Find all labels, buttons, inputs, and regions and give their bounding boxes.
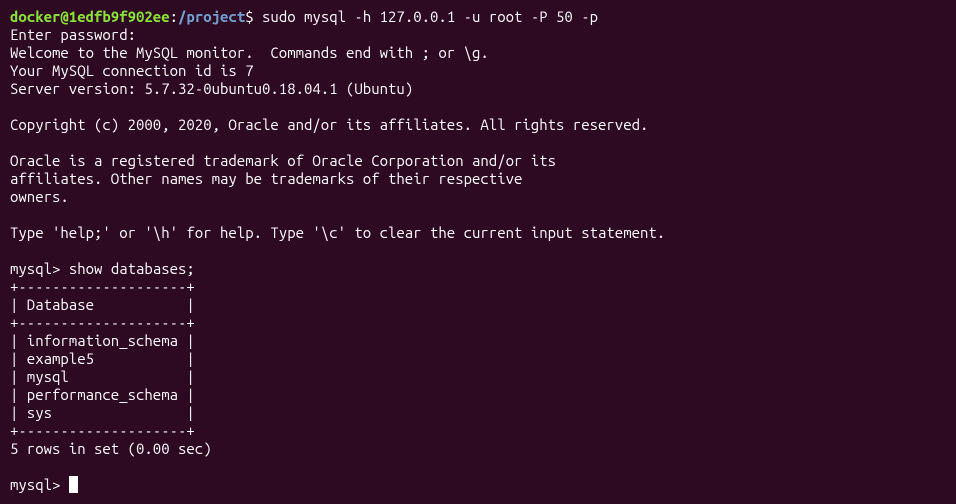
cursor: [69, 476, 78, 493]
command-mysql-connect: sudo mysql -h 127.0.0.1 -u root -P 50 -p: [262, 8, 598, 25]
table-border-sep: +--------------------+: [10, 314, 946, 332]
mysql-prompt-line-2[interactable]: mysql>: [10, 476, 946, 494]
prompt-user-host: docker@1edfb9f902ee: [10, 8, 170, 25]
mysql-prompt: mysql>: [10, 476, 69, 493]
trademark-line-3: owners.: [10, 188, 946, 206]
table-row: | information_schema |: [10, 332, 946, 350]
show-databases-command: show databases;: [69, 260, 195, 277]
table-row: | sys |: [10, 404, 946, 422]
blank-line: [10, 134, 946, 152]
terminal-output[interactable]: docker@1edfb9f902ee:/project$ sudo mysql…: [10, 8, 946, 494]
mysql-prompt-line-1: mysql> show databases;: [10, 260, 946, 278]
prompt-dollar: $: [245, 8, 262, 25]
prompt-separator: :: [170, 8, 178, 25]
rows-in-set-line: 5 rows in set (0.00 sec): [10, 440, 946, 458]
table-row: | example5 |: [10, 350, 946, 368]
prompt-path: /project: [178, 8, 245, 25]
mysql-prompt: mysql>: [10, 260, 69, 277]
trademark-line-1: Oracle is a registered trademark of Orac…: [10, 152, 946, 170]
trademark-line-2: affiliates. Other names may be trademark…: [10, 170, 946, 188]
table-border-top: +--------------------+: [10, 278, 946, 296]
server-version-line: Server version: 5.7.32-0ubuntu0.18.04.1 …: [10, 80, 946, 98]
prompt-line-1: docker@1edfb9f902ee:/project$ sudo mysql…: [10, 8, 946, 26]
connection-id-line: Your MySQL connection id is 7: [10, 62, 946, 80]
blank-line: [10, 242, 946, 260]
help-line: Type 'help;' or '\h' for help. Type '\c'…: [10, 224, 946, 242]
copyright-line: Copyright (c) 2000, 2020, Oracle and/or …: [10, 116, 946, 134]
table-border-bottom: +--------------------+: [10, 422, 946, 440]
enter-password-line: Enter password:: [10, 26, 946, 44]
table-row: | mysql |: [10, 368, 946, 386]
blank-line: [10, 98, 946, 116]
blank-line: [10, 206, 946, 224]
welcome-line: Welcome to the MySQL monitor. Commands e…: [10, 44, 946, 62]
blank-line: [10, 458, 946, 476]
table-header: | Database |: [10, 296, 946, 314]
table-row: | performance_schema |: [10, 386, 946, 404]
